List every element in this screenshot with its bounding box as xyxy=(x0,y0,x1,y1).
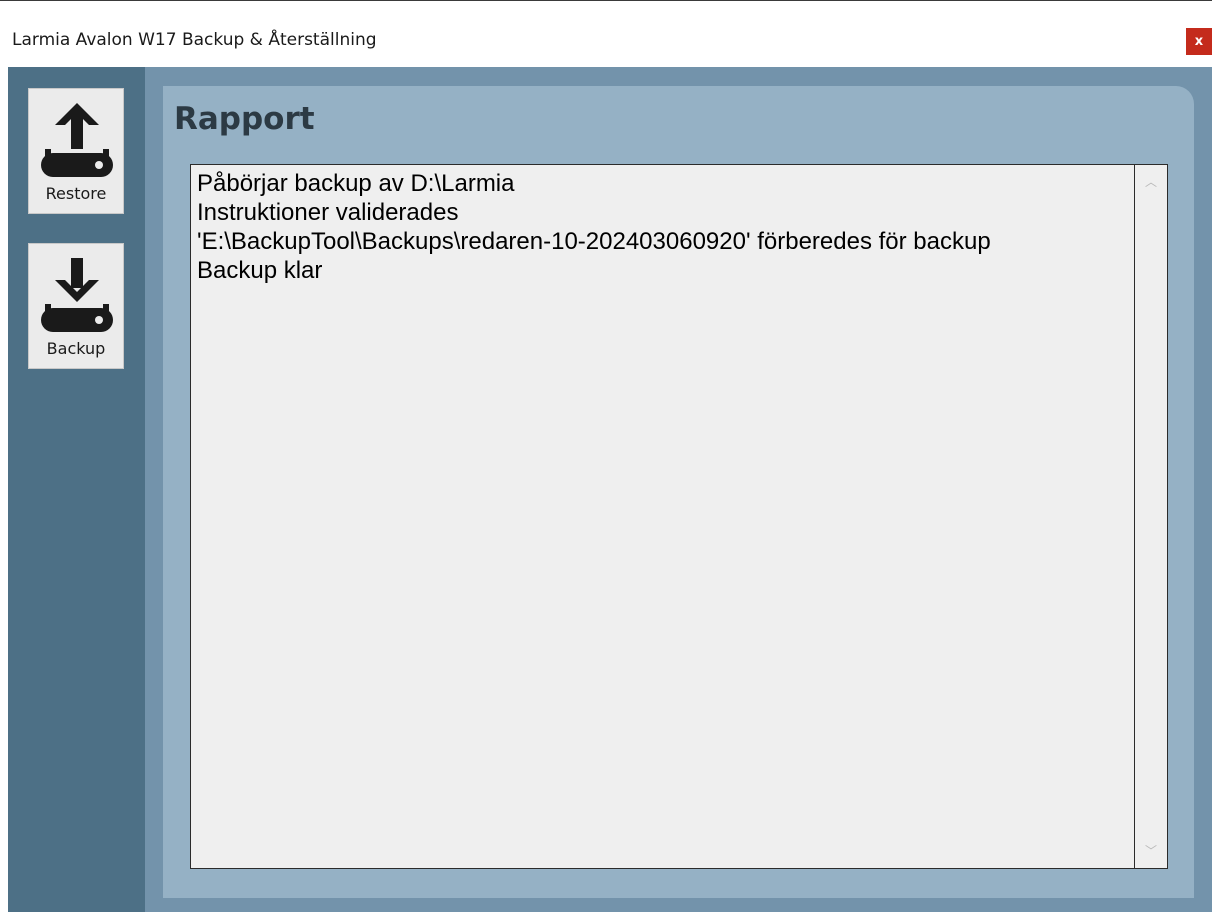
restore-button[interactable]: Restore xyxy=(28,88,124,214)
vertical-scrollbar[interactable]: ︿ ﹀ xyxy=(1134,165,1167,868)
report-text: Påbörjar backup av D:\Larmia Instruktion… xyxy=(197,169,1127,285)
title-bar: Larmia Avalon W17 Backup & Återställning… xyxy=(0,1,1212,67)
report-line: 'E:\BackupTool\Backups\redaren-10-202403… xyxy=(197,228,991,255)
report-line: Instruktioner validerades xyxy=(197,199,459,226)
upload-drive-icon xyxy=(41,103,113,177)
backup-button-label: Backup xyxy=(46,339,106,358)
window-title: Larmia Avalon W17 Backup & Återställning xyxy=(12,30,377,50)
report-line: Backup klar xyxy=(197,257,323,284)
report-textbox[interactable]: Påbörjar backup av D:\Larmia Instruktion… xyxy=(190,164,1168,869)
scroll-up-icon[interactable]: ︿ xyxy=(1135,167,1167,197)
scroll-down-icon[interactable]: ﹀ xyxy=(1135,836,1167,866)
close-button[interactable]: x xyxy=(1186,28,1212,55)
download-drive-icon xyxy=(41,258,113,332)
app-window: Larmia Avalon W17 Backup & Återställning… xyxy=(0,0,1212,912)
report-line: Påbörjar backup av D:\Larmia xyxy=(197,170,515,197)
backup-button[interactable]: Backup xyxy=(28,243,124,369)
panel-title: Rapport xyxy=(174,101,315,137)
restore-button-label: Restore xyxy=(45,184,107,203)
